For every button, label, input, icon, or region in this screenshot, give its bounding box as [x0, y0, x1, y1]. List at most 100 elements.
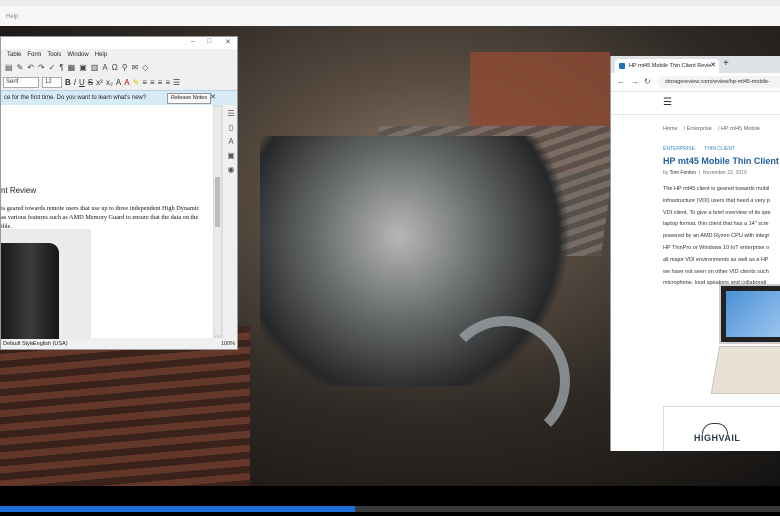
favicon-icon — [619, 63, 625, 69]
writer-menubar: Table Form Tools Window Help — [1, 49, 237, 60]
browser-tab[interactable]: HP mt45 Mobile Thin Client Revie ✕ — [615, 59, 719, 73]
article-body: The HP mt45 client is geared towards mob… — [663, 184, 780, 290]
menu-tools[interactable]: Tools — [47, 52, 61, 58]
minimize-icon[interactable]: – — [191, 38, 195, 45]
breadcrumb-current: HP mt45 Mobile — [720, 126, 760, 132]
special-char-icon[interactable]: Ω — [112, 63, 118, 72]
video-progress-bar[interactable] — [0, 506, 780, 512]
tab-strip: HP mt45 Mobile Thin Client Revie ✕ + — [611, 56, 780, 73]
subscript-icon[interactable]: x₂ — [106, 78, 113, 87]
byline-prefix: by — [663, 170, 669, 176]
video-progress-fill — [0, 506, 355, 512]
font-name-box[interactable]: Serif — [3, 77, 39, 88]
vertical-scrollbar[interactable] — [214, 107, 221, 335]
forward-icon[interactable]: → — [631, 77, 639, 86]
breadcrumb-home[interactable]: Home — [663, 126, 678, 132]
align-right-icon[interactable]: ≡ — [158, 78, 163, 87]
status-language[interactable]: English (USA) — [33, 339, 68, 349]
document-image[interactable] — [1, 229, 91, 339]
justify-icon[interactable]: ≡ — [165, 78, 170, 87]
properties-icon[interactable]: ☰ — [227, 109, 234, 118]
author-link[interactable]: Tom Fenton — [670, 170, 696, 176]
link-icon[interactable]: ⚲ — [122, 63, 128, 72]
infobar-message: ce for the first time. Do you want to le… — [4, 95, 147, 101]
ad-logo: HIGHVAIL — [694, 433, 741, 443]
formatting-marks-icon[interactable]: ¶ — [59, 63, 63, 72]
menu-form[interactable]: Form — [27, 52, 41, 58]
comment-icon[interactable]: ✉ — [132, 63, 139, 72]
align-left-icon[interactable]: ≡ — [142, 78, 147, 87]
superscript-icon[interactable]: x² — [96, 78, 103, 87]
align-center-icon[interactable]: ≡ — [150, 78, 155, 87]
font-color-icon[interactable]: A — [124, 78, 129, 87]
font-size-box[interactable]: 12 — [42, 77, 62, 88]
body-line: VDI client. To give a brief overview of … — [663, 209, 771, 216]
navigator-icon[interactable]: ◉ — [228, 165, 235, 174]
breadcrumb-enterprise[interactable]: Enterprise — [687, 126, 712, 132]
paragraph-line: as various features such as AMD Memory G… — [1, 214, 199, 221]
menu-table[interactable]: Table — [7, 52, 21, 58]
body-line: The HP mt45 client is geared towards mob… — [663, 186, 770, 192]
gallery-icon[interactable]: ▣ — [227, 151, 235, 160]
category-tags: ENTERPRISE THIN CLIENT — [663, 146, 743, 152]
strike-icon[interactable]: S — [88, 78, 93, 87]
back-icon[interactable]: ← — [617, 77, 625, 86]
image-icon[interactable]: ▣ — [79, 63, 87, 72]
status-style: Default Style — [3, 341, 35, 347]
category-thin-client[interactable]: THIN CLIENT — [704, 146, 735, 152]
status-zoom[interactable]: 100% — [221, 339, 235, 349]
address-bar-row: ← → ↻ storagereview.com/review/hp-mt45-m… — [611, 73, 780, 92]
red-roof-tiles — [0, 326, 250, 486]
menu-window[interactable]: Window — [67, 52, 88, 58]
laptop-image[interactable] — [710, 282, 780, 396]
body-line: all major VDI environments as well as a … — [663, 256, 769, 263]
tab-close-icon[interactable]: ✕ — [710, 59, 716, 73]
spellcheck-icon[interactable]: ✓ — [49, 63, 56, 72]
body-line: we have not seen on other VID clients su… — [663, 268, 769, 275]
list-icon[interactable]: ☰ — [173, 78, 180, 87]
reload-icon[interactable]: ↻ — [644, 77, 651, 86]
clone-icon[interactable]: ✎ — [17, 63, 24, 72]
body-line: infrastructure (VDI) users that need a v… — [663, 197, 770, 204]
chart-icon[interactable]: ▥ — [91, 63, 99, 72]
thin-client-device — [1, 243, 59, 339]
clear-format-icon[interactable]: A — [116, 78, 121, 87]
text-box-icon[interactable]: A — [102, 63, 107, 72]
bold-icon[interactable]: B — [65, 78, 71, 87]
writer-window: – □ ✕ Table Form Tools Window Help ▤ ✎ ↶… — [0, 36, 238, 350]
help-menu[interactable]: Help — [6, 14, 18, 20]
menu-help[interactable]: Help — [95, 52, 107, 58]
laptop-screen — [719, 284, 780, 344]
release-notes-button[interactable]: Release Notes — [167, 93, 212, 104]
styles-icon[interactable]: A — [228, 137, 233, 146]
url-input[interactable]: storagereview.com/review/hp-mt45-mobile- — [657, 76, 780, 88]
category-enterprise[interactable]: ENTERPRISE — [663, 146, 695, 152]
underline-icon[interactable]: U — [79, 78, 85, 87]
article-date: November 22, 2019 — [702, 170, 747, 176]
browser-window: HP mt45 Mobile Thin Client Revie ✕ + ← →… — [610, 56, 780, 451]
table-icon[interactable]: ▦ — [68, 63, 76, 72]
header-divider — [611, 114, 780, 115]
paste-icon[interactable]: ▤ — [5, 63, 13, 72]
maximize-icon[interactable]: □ — [207, 38, 211, 45]
hamburger-menu-icon[interactable]: ☰ — [663, 97, 672, 108]
breadcrumb: Home / Enterprise / HP mt45 Mobile — [663, 126, 760, 132]
byline: by Tom Fenton | November 22, 2019 — [663, 170, 747, 176]
host-menubar: Help — [0, 6, 780, 27]
close-icon[interactable]: ✕ — [225, 38, 231, 46]
document-page[interactable]: nt Review is geared towards remote users… — [1, 105, 213, 339]
infobar-close-icon[interactable]: ✕ — [210, 93, 216, 101]
document-heading: nt Review — [1, 186, 37, 195]
writer-sidebar: ☰ ▯ A ▣ ◉ — [223, 105, 237, 338]
advertisement[interactable]: HIGHVAIL — [663, 406, 780, 451]
shapes-icon[interactable]: ◇ — [142, 63, 148, 72]
body-line: HP ThinPro or Windows 10 IoT enterprise … — [663, 244, 770, 251]
undo-icon[interactable]: ↶ — [27, 63, 34, 72]
redo-icon[interactable]: ↷ — [38, 63, 45, 72]
writer-statusbar: Default Style English (USA) 100% — [1, 339, 237, 349]
scroll-thumb[interactable] — [215, 177, 220, 227]
highlight-icon[interactable]: ✎ — [133, 78, 140, 87]
page-icon[interactable]: ▯ — [229, 123, 233, 132]
italic-icon[interactable]: I — [74, 78, 76, 87]
new-tab-icon[interactable]: + — [723, 58, 729, 69]
